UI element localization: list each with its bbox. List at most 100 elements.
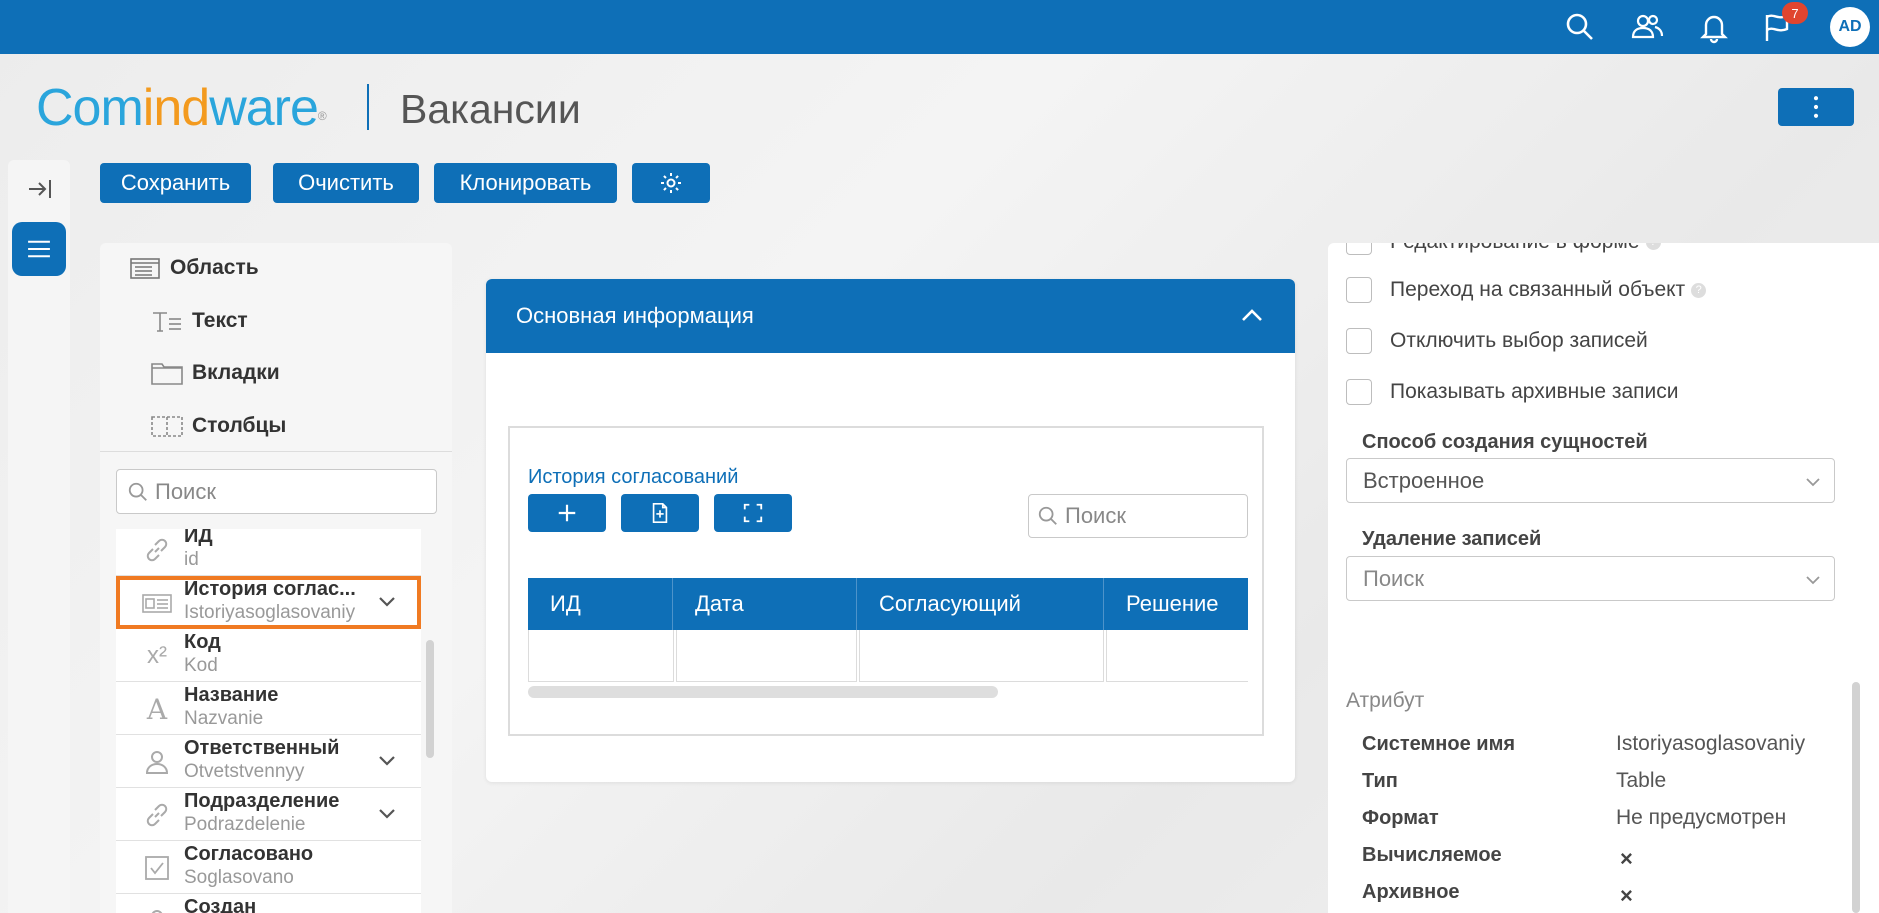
- gear-icon: [661, 173, 681, 193]
- divider: [100, 451, 452, 452]
- creation-method-select[interactable]: Встроенное: [1346, 458, 1835, 503]
- deletion-select[interactable]: Поиск: [1346, 556, 1835, 601]
- text-type-icon: A: [146, 692, 168, 726]
- form-elements-panel: Область Текст Вкладки Столбцы Поиск ИД i…: [100, 243, 452, 913]
- attribute-item-nazvanie[interactable]: A Название Nazvanie: [116, 682, 421, 735]
- table-horizontal-scrollbar[interactable]: [528, 686, 998, 698]
- add-row-button[interactable]: [528, 494, 606, 532]
- attribute-item-otvetstvennyy[interactable]: Ответственный Otvetstvennyy: [116, 735, 421, 788]
- users-icon[interactable]: [1630, 10, 1664, 44]
- bell-icon[interactable]: [1697, 10, 1731, 44]
- notification-badge: 7: [1782, 2, 1808, 24]
- column-header[interactable]: Дата: [673, 578, 857, 630]
- tabs-icon: [150, 359, 184, 387]
- chevron-down-icon[interactable]: [376, 590, 398, 612]
- checkbox-show-archived[interactable]: Показывать архивные записи: [1346, 377, 1678, 407]
- table-widget-title: История согласований: [528, 466, 739, 488]
- column-header[interactable]: ИД: [528, 578, 673, 630]
- close-icon: ×: [1620, 883, 1633, 908]
- chevron-down-icon: [1804, 471, 1822, 489]
- attribute-item-kod[interactable]: x² Код Kod: [116, 629, 421, 682]
- attr-value: Istoriyasoglasovaniy: [1616, 732, 1806, 755]
- attr-key: Системное имя: [1362, 733, 1516, 755]
- table-cell[interactable]: [859, 630, 1104, 682]
- comindware-logo[interactable]: Comindware®: [36, 80, 327, 136]
- attribute-item-istoriya[interactable]: История соглас... Istoriyasoglasovaniy: [116, 576, 421, 629]
- column-header[interactable]: Согласующий: [857, 578, 1104, 630]
- area-icon: [128, 254, 162, 282]
- settings-button[interactable]: [632, 163, 710, 203]
- column-header[interactable]: Решение: [1104, 578, 1248, 630]
- table-grid: ИД Дата Согласующий Решение: [528, 578, 1248, 684]
- close-icon: ×: [1620, 846, 1633, 871]
- attribute-item-sozdan[interactable]: Создан: [116, 894, 421, 913]
- menu-button[interactable]: [12, 222, 66, 276]
- clear-button[interactable]: Очистить: [273, 163, 419, 203]
- table-icon: [142, 588, 172, 618]
- chevron-down-icon[interactable]: [376, 749, 398, 771]
- checkbox-go-to-linked[interactable]: Переход на связанный объект?: [1346, 275, 1707, 305]
- search-icon[interactable]: [1563, 10, 1597, 44]
- help-icon[interactable]: ?: [1691, 282, 1707, 298]
- attribute-search-input[interactable]: Поиск: [116, 469, 437, 514]
- plus-icon: [558, 504, 576, 522]
- title-separator: [367, 84, 369, 130]
- avatar[interactable]: AD: [1830, 7, 1870, 47]
- columns-icon: [150, 412, 184, 440]
- element-text[interactable]: Текст: [150, 301, 248, 341]
- kebab-icon: [1813, 96, 1819, 118]
- more-menu-button[interactable]: [1778, 88, 1854, 126]
- form-section-card: Основная информация История согласований…: [486, 279, 1295, 782]
- table-cell[interactable]: [528, 630, 674, 682]
- element-tabs[interactable]: Вкладки: [150, 353, 280, 393]
- properties-scrollbar[interactable]: [1852, 682, 1860, 913]
- clone-button[interactable]: Клонировать: [434, 163, 617, 203]
- user-icon: [142, 747, 172, 777]
- attr-key: Вычисляемое: [1362, 844, 1502, 866]
- attribute-item-soglasovano[interactable]: Согласовано Soglasovano: [116, 841, 421, 894]
- page-title: Вакансии: [400, 86, 581, 132]
- chevron-down-icon[interactable]: [376, 802, 398, 824]
- attribute-section-heading: Атрибут: [1346, 689, 1425, 712]
- attribute-item-podrazdelenie[interactable]: Подразделение Podrazdelenie: [116, 788, 421, 841]
- deletion-label: Удаление записей: [1362, 528, 1542, 550]
- table-cell[interactable]: [676, 630, 857, 682]
- attribute-list: ИД id История соглас... Istoriyasoglasov…: [116, 529, 421, 913]
- help-icon[interactable]: ?: [1645, 243, 1661, 250]
- hamburger-icon: [28, 240, 50, 258]
- search-icon: [1038, 506, 1057, 525]
- attr-value: Не предусмотрен: [1616, 806, 1787, 829]
- attr-value: Table: [1616, 769, 1667, 792]
- properties-panel: Редактирование в форме? Переход на связа…: [1328, 243, 1879, 913]
- attr-key: Формат: [1362, 807, 1439, 829]
- checkbox-disable-selection[interactable]: Отключить выбор записей: [1346, 326, 1648, 356]
- number-icon: x²: [147, 642, 167, 669]
- navigation-rail: [8, 160, 70, 913]
- new-document-icon: [652, 503, 668, 523]
- element-area[interactable]: Область: [128, 248, 259, 288]
- creation-method-label: Способ создания сущностей: [1362, 431, 1648, 453]
- attr-key: Тип: [1362, 770, 1398, 792]
- element-columns[interactable]: Столбцы: [150, 406, 286, 446]
- create-document-button[interactable]: [621, 494, 699, 532]
- save-button[interactable]: Сохранить: [100, 163, 251, 203]
- top-bar: 7 AD: [0, 0, 1879, 54]
- table-cell[interactable]: [1106, 630, 1248, 682]
- link-icon: [142, 535, 172, 565]
- search-icon: [128, 482, 147, 501]
- chevron-up-icon[interactable]: [1239, 303, 1265, 329]
- fullscreen-icon: [743, 503, 763, 523]
- chevron-down-icon: [1804, 569, 1822, 587]
- link-icon: [142, 800, 172, 830]
- table-widget[interactable]: История согласований Поиск ИД Дата Согла…: [508, 426, 1264, 736]
- checkbox-edit-in-form[interactable]: Редактирование в форме?: [1346, 243, 1661, 257]
- table-search-input[interactable]: Поиск: [1028, 494, 1248, 538]
- expand-panel-icon[interactable]: [26, 175, 54, 203]
- section-header[interactable]: Основная информация: [486, 279, 1295, 353]
- attribute-list-scrollbar[interactable]: [426, 640, 434, 758]
- text-icon: [150, 307, 184, 335]
- checkbox-icon: [142, 853, 172, 883]
- user-icon: [142, 906, 172, 913]
- fullscreen-button[interactable]: [714, 494, 792, 532]
- attribute-item-id[interactable]: ИД id: [116, 529, 421, 576]
